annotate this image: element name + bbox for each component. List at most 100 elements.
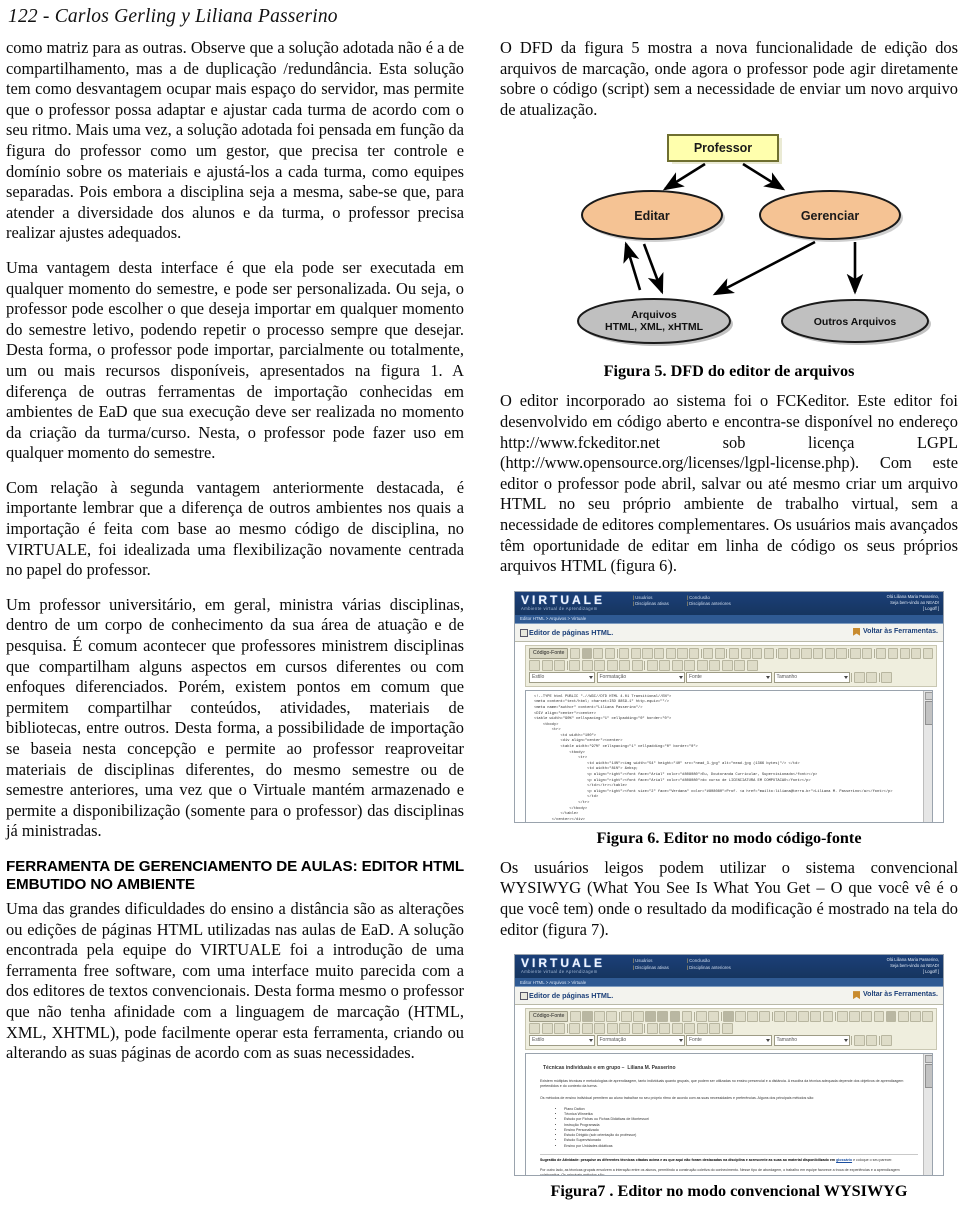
radio-icon[interactable] — [684, 659, 695, 671]
toolbar-row-3[interactable]: Estilo Formatação Fonte Tamanho — [529, 671, 933, 683]
undo-icon[interactable] — [703, 647, 714, 659]
unlink-icon[interactable] — [541, 659, 553, 671]
textarea-icon[interactable] — [709, 1023, 720, 1035]
button-icon[interactable] — [734, 659, 745, 671]
toolbar-row-1[interactable]: Código-Fonte — [529, 647, 934, 659]
align-right-icon[interactable] — [910, 1011, 921, 1023]
table-icon[interactable] — [594, 1023, 605, 1035]
paste-icon[interactable] — [645, 1011, 656, 1023]
bulleted-list-icon[interactable] — [862, 647, 873, 659]
bold-icon[interactable] — [774, 1011, 785, 1023]
maximize-icon[interactable] — [881, 1035, 892, 1047]
wysiwyg-document[interactable]: Técnicas individuais e em grupo – Liliana… — [526, 1054, 932, 1175]
size-select[interactable]: Tamanho — [773, 1035, 850, 1047]
format-select[interactable]: Formatação — [596, 1035, 685, 1047]
indent-icon[interactable] — [873, 1011, 885, 1023]
align-justify-icon[interactable] — [922, 1011, 933, 1023]
select-all-icon[interactable] — [747, 1011, 758, 1023]
link-icon[interactable] — [529, 659, 540, 671]
templates-icon[interactable] — [604, 647, 616, 659]
back-to-tools-link[interactable]: Voltar às Ferramentas. — [863, 991, 938, 998]
templates-icon[interactable] — [606, 1011, 617, 1023]
anchor-icon[interactable] — [554, 1023, 565, 1035]
nav-column-2[interactable]: |Conclusão |Disciplinas anteriores — [687, 958, 731, 971]
bulleted-list-icon[interactable] — [849, 1011, 860, 1023]
nav-column-2[interactable]: |Conclusão |Disciplinas anteriores — [687, 595, 731, 608]
wysiwyg-area[interactable]: Técnicas individuais e em grupo – Liliana… — [525, 1053, 933, 1176]
replace-icon[interactable] — [740, 647, 751, 659]
glossary-link[interactable]: glossário — [836, 1158, 852, 1162]
paste-word-icon[interactable] — [669, 1011, 681, 1023]
page-break-icon[interactable] — [646, 1023, 658, 1035]
image-icon[interactable] — [569, 659, 580, 671]
unlink-icon[interactable] — [541, 1023, 553, 1035]
flash-icon[interactable] — [581, 659, 593, 671]
nav-item[interactable]: Disciplinas ativas — [635, 965, 669, 970]
page-break-icon[interactable] — [646, 659, 658, 671]
save-icon[interactable] — [581, 647, 592, 659]
editor-toolbar[interactable]: Código-Fonte Estilo Formatação Fonte Tam… — [525, 644, 937, 687]
select-all-icon[interactable] — [752, 647, 763, 659]
strikethrough-icon[interactable] — [810, 1011, 822, 1023]
checkbox-icon[interactable] — [671, 1023, 683, 1035]
new-page-icon[interactable] — [569, 1011, 581, 1023]
save-icon[interactable] — [582, 1011, 593, 1023]
link-icon[interactable] — [529, 1023, 540, 1035]
background-color-icon[interactable] — [866, 1035, 877, 1047]
find-icon[interactable] — [728, 647, 740, 659]
ordered-list-icon[interactable] — [837, 1011, 848, 1023]
editor-toolbar[interactable]: Código-Fonte Estilo Formatação Fonte Tam… — [525, 1008, 937, 1051]
align-left-icon[interactable] — [885, 1011, 897, 1023]
scrollbar-thumb[interactable] — [925, 1064, 932, 1089]
underline-icon[interactable] — [801, 647, 812, 659]
nav-column-1[interactable]: |Usuários |Disciplinas ativas — [633, 595, 669, 608]
nav-item[interactable]: Disciplinas anteriores — [689, 965, 731, 970]
scrollbar-thumb[interactable] — [925, 700, 932, 725]
indent-icon[interactable] — [887, 647, 899, 659]
nav-item[interactable]: Conclusão — [689, 595, 710, 600]
copy-icon[interactable] — [630, 647, 641, 659]
breadcrumb[interactable]: Editor HTML > Arquivos > Virtuale — [515, 978, 943, 988]
breadcrumb[interactable]: Editor HTML > Arquivos > Virtuale — [515, 614, 943, 624]
vertical-scrollbar[interactable] — [923, 1054, 932, 1176]
textfield-icon[interactable] — [696, 1023, 708, 1035]
smiley-icon[interactable] — [619, 1023, 630, 1035]
textarea-icon[interactable] — [709, 659, 720, 671]
image-icon[interactable] — [569, 1023, 580, 1035]
subscript-icon[interactable] — [824, 647, 835, 659]
checkbox-icon[interactable] — [671, 659, 683, 671]
form-icon[interactable] — [659, 1023, 670, 1035]
replace-icon[interactable] — [735, 1011, 746, 1023]
spellcheck-icon[interactable] — [689, 647, 700, 659]
style-select[interactable]: Estilo — [529, 1035, 595, 1047]
undo-icon[interactable] — [696, 1011, 707, 1023]
strikethrough-icon[interactable] — [813, 647, 824, 659]
format-select[interactable]: Formatação — [596, 671, 685, 683]
special-char-icon[interactable] — [631, 1023, 643, 1035]
outdent-icon[interactable] — [861, 1011, 873, 1023]
redo-icon[interactable] — [714, 647, 725, 659]
preview-icon[interactable] — [593, 647, 604, 659]
select-field-icon[interactable] — [721, 659, 733, 671]
ordered-list-icon[interactable] — [850, 647, 861, 659]
redo-icon[interactable] — [708, 1011, 720, 1023]
horizontal-rule-icon[interactable] — [606, 659, 618, 671]
copy-icon[interactable] — [633, 1011, 644, 1023]
source-code-area[interactable]: <!--TYPE html PUBLIC "-//W3C//DTD HTML 4… — [525, 689, 933, 822]
preview-icon[interactable] — [594, 1011, 605, 1023]
paste-text-icon[interactable] — [654, 647, 665, 659]
outdent-icon[interactable] — [876, 647, 887, 659]
text-color-icon[interactable] — [853, 671, 865, 683]
hidden-field-icon[interactable] — [746, 659, 758, 671]
radio-icon[interactable] — [684, 1023, 695, 1035]
paste-icon[interactable] — [642, 647, 653, 659]
print-icon[interactable] — [681, 1011, 693, 1023]
nav-item[interactable]: Conclusão — [689, 958, 710, 963]
form-icon[interactable] — [659, 659, 670, 671]
new-page-icon[interactable] — [569, 647, 581, 659]
align-center-icon[interactable] — [911, 647, 922, 659]
horizontal-rule-icon[interactable] — [606, 1023, 618, 1035]
nav-column-1[interactable]: |Usuários |Disciplinas ativas — [633, 958, 669, 971]
source-mode-button[interactable]: Código-Fonte — [529, 647, 569, 659]
textfield-icon[interactable] — [696, 659, 708, 671]
